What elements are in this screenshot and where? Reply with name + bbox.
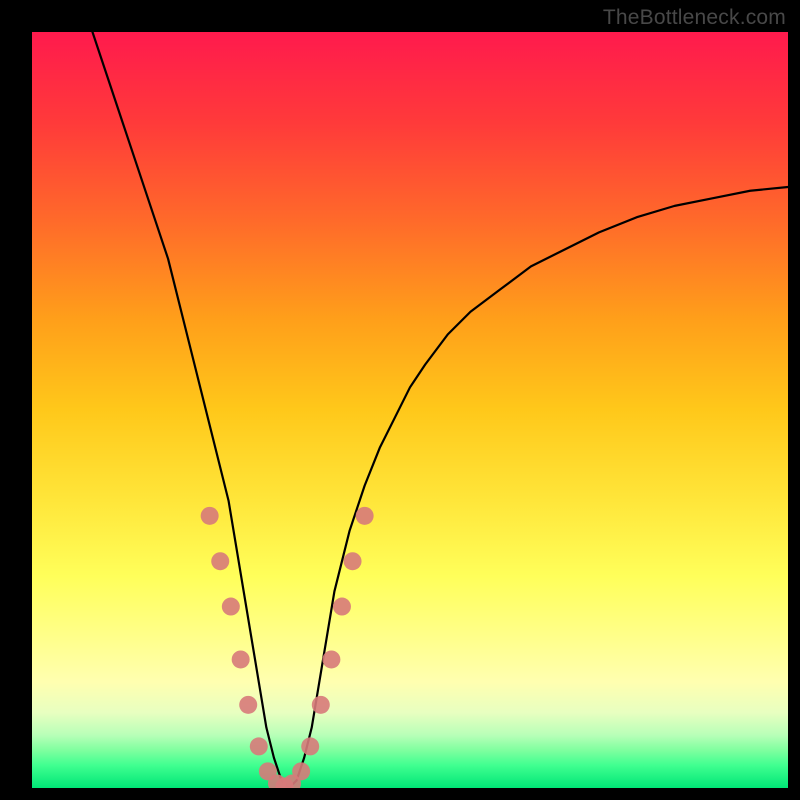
curve-marker (268, 774, 286, 788)
curve-marker (292, 762, 310, 780)
bottleneck-curve-path (92, 32, 788, 788)
curve-marker (344, 552, 362, 570)
marker-layer (201, 507, 374, 788)
curve-svg (32, 32, 788, 788)
curve-marker (211, 552, 229, 570)
curve-marker (232, 650, 250, 668)
chart-frame: TheBottleneck.com (0, 0, 800, 800)
curve-marker (283, 774, 301, 788)
curve-layer (92, 32, 788, 788)
curve-marker (259, 762, 277, 780)
curve-marker (222, 598, 240, 616)
curve-marker (322, 650, 340, 668)
curve-marker (301, 737, 319, 755)
curve-marker (201, 507, 219, 525)
curve-marker (312, 696, 330, 714)
curve-marker (276, 777, 294, 788)
curve-marker (356, 507, 374, 525)
watermark-text: TheBottleneck.com (603, 6, 786, 30)
curve-marker (333, 598, 351, 616)
plot-area (32, 32, 788, 788)
curve-marker (250, 737, 268, 755)
curve-marker (239, 696, 257, 714)
